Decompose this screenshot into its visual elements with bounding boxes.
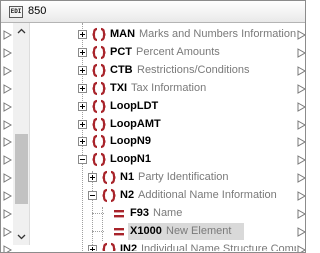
tree-branch-line [92, 213, 104, 214]
input-connector-icon[interactable] [3, 191, 13, 201]
node-description: New Element [166, 224, 232, 237]
expand-icon[interactable] [78, 119, 87, 129]
expand-icon[interactable] [78, 137, 87, 147]
node-name: CTB [110, 63, 133, 76]
segment-icon [102, 242, 116, 251]
expand-icon[interactable] [78, 30, 87, 39]
node-description: Percent Amounts [136, 45, 220, 58]
node-description: Additional Name Information [138, 189, 277, 202]
input-connector-icon[interactable] [3, 83, 13, 94]
node-description: Party Identification [138, 171, 229, 184]
segment-icon [92, 63, 106, 77]
segment-icon [92, 135, 106, 149]
input-connector-icon[interactable] [3, 30, 13, 40]
title-bar[interactable]: EDI 850 [1, 1, 305, 23]
component-window: EDI 850 MAN Marks and Numbers Information… [0, 0, 306, 253]
expand-icon[interactable] [78, 101, 87, 111]
node-name: PCT [110, 45, 132, 58]
node-name: IN2 [120, 242, 138, 251]
output-connector-icon[interactable] [297, 101, 306, 112]
input-connector-icon[interactable] [3, 173, 13, 184]
chevron-down-icon [17, 234, 26, 240]
node-description: Name [153, 207, 183, 219]
node-name: LoopN9 [110, 135, 151, 148]
segment-icon [92, 27, 106, 42]
segment-icon [92, 99, 106, 113]
output-connector-icon[interactable] [297, 83, 306, 94]
edi-icon: EDI [9, 6, 23, 18]
output-connector-icon[interactable] [297, 227, 306, 237]
input-connector-icon[interactable] [3, 244, 13, 253]
node-description: Restrictions/Conditions [137, 63, 250, 76]
element-icon [114, 227, 124, 236]
segment-icon [102, 171, 116, 185]
segment-icon [92, 153, 106, 167]
input-connector-icon[interactable] [3, 119, 13, 130]
node-name: TXI [110, 81, 128, 94]
input-connector-icon[interactable] [3, 65, 13, 76]
output-connector-icon[interactable] [297, 119, 306, 130]
input-connector-icon[interactable] [3, 155, 13, 166]
segment-icon [102, 188, 116, 203]
expand-icon[interactable] [78, 65, 87, 75]
expand-icon[interactable] [78, 83, 87, 93]
segment-icon [92, 45, 106, 59]
chevron-up-icon [17, 28, 26, 34]
node-name: N2 [120, 189, 135, 202]
output-connector-icon[interactable] [297, 244, 306, 253]
tree-row[interactable]: IN2 Individual Name Structure Compon [32, 240, 296, 251]
scroll-up-button[interactable] [13, 23, 30, 40]
segment-icon [92, 81, 106, 95]
node-name: MAN [110, 28, 136, 40]
input-connector-icon[interactable] [3, 137, 13, 148]
collapse-icon[interactable] [78, 155, 87, 165]
input-connector-icon[interactable] [3, 101, 13, 112]
output-connector-icon[interactable] [297, 155, 306, 166]
node-name: LoopN1 [110, 153, 151, 166]
node-name: LoopLDT [110, 99, 159, 112]
output-connector-icon[interactable] [297, 191, 306, 201]
output-connector-icon[interactable] [297, 30, 306, 40]
segment-icon [92, 117, 106, 131]
element-icon [114, 210, 124, 218]
output-connector-icon[interactable] [297, 209, 306, 219]
expand-icon[interactable] [78, 47, 87, 57]
node-name: N1 [120, 171, 135, 184]
expand-icon[interactable] [88, 173, 97, 183]
output-connector-icon[interactable] [297, 65, 306, 76]
input-connector-icon[interactable] [3, 227, 13, 237]
expand-icon[interactable] [88, 244, 97, 251]
output-connectors [296, 23, 306, 253]
input-connector-icon[interactable] [3, 209, 13, 219]
node-name: LoopAMT [110, 117, 161, 130]
tree-branch-line [92, 230, 104, 232]
scroll-down-button[interactable] [13, 228, 30, 245]
input-connector-icon[interactable] [3, 48, 13, 58]
node-description: Marks and Numbers Information [139, 28, 296, 40]
collapse-icon[interactable] [88, 191, 97, 201]
window-title: 850 [28, 5, 47, 17]
node-name: X1000 [130, 224, 162, 237]
schema-tree: MAN Marks and Numbers Information PCT Perce… [32, 23, 296, 251]
output-connector-icon[interactable] [297, 173, 306, 184]
vertical-scrollbar[interactable] [13, 23, 30, 245]
output-connector-icon[interactable] [297, 48, 306, 58]
scroll-thumb[interactable] [15, 134, 28, 204]
node-description: Tax Information [131, 81, 207, 94]
output-connector-icon[interactable] [297, 137, 306, 148]
node-name: F93 [130, 207, 149, 219]
node-description: Individual Name Structure Compon [141, 242, 296, 251]
